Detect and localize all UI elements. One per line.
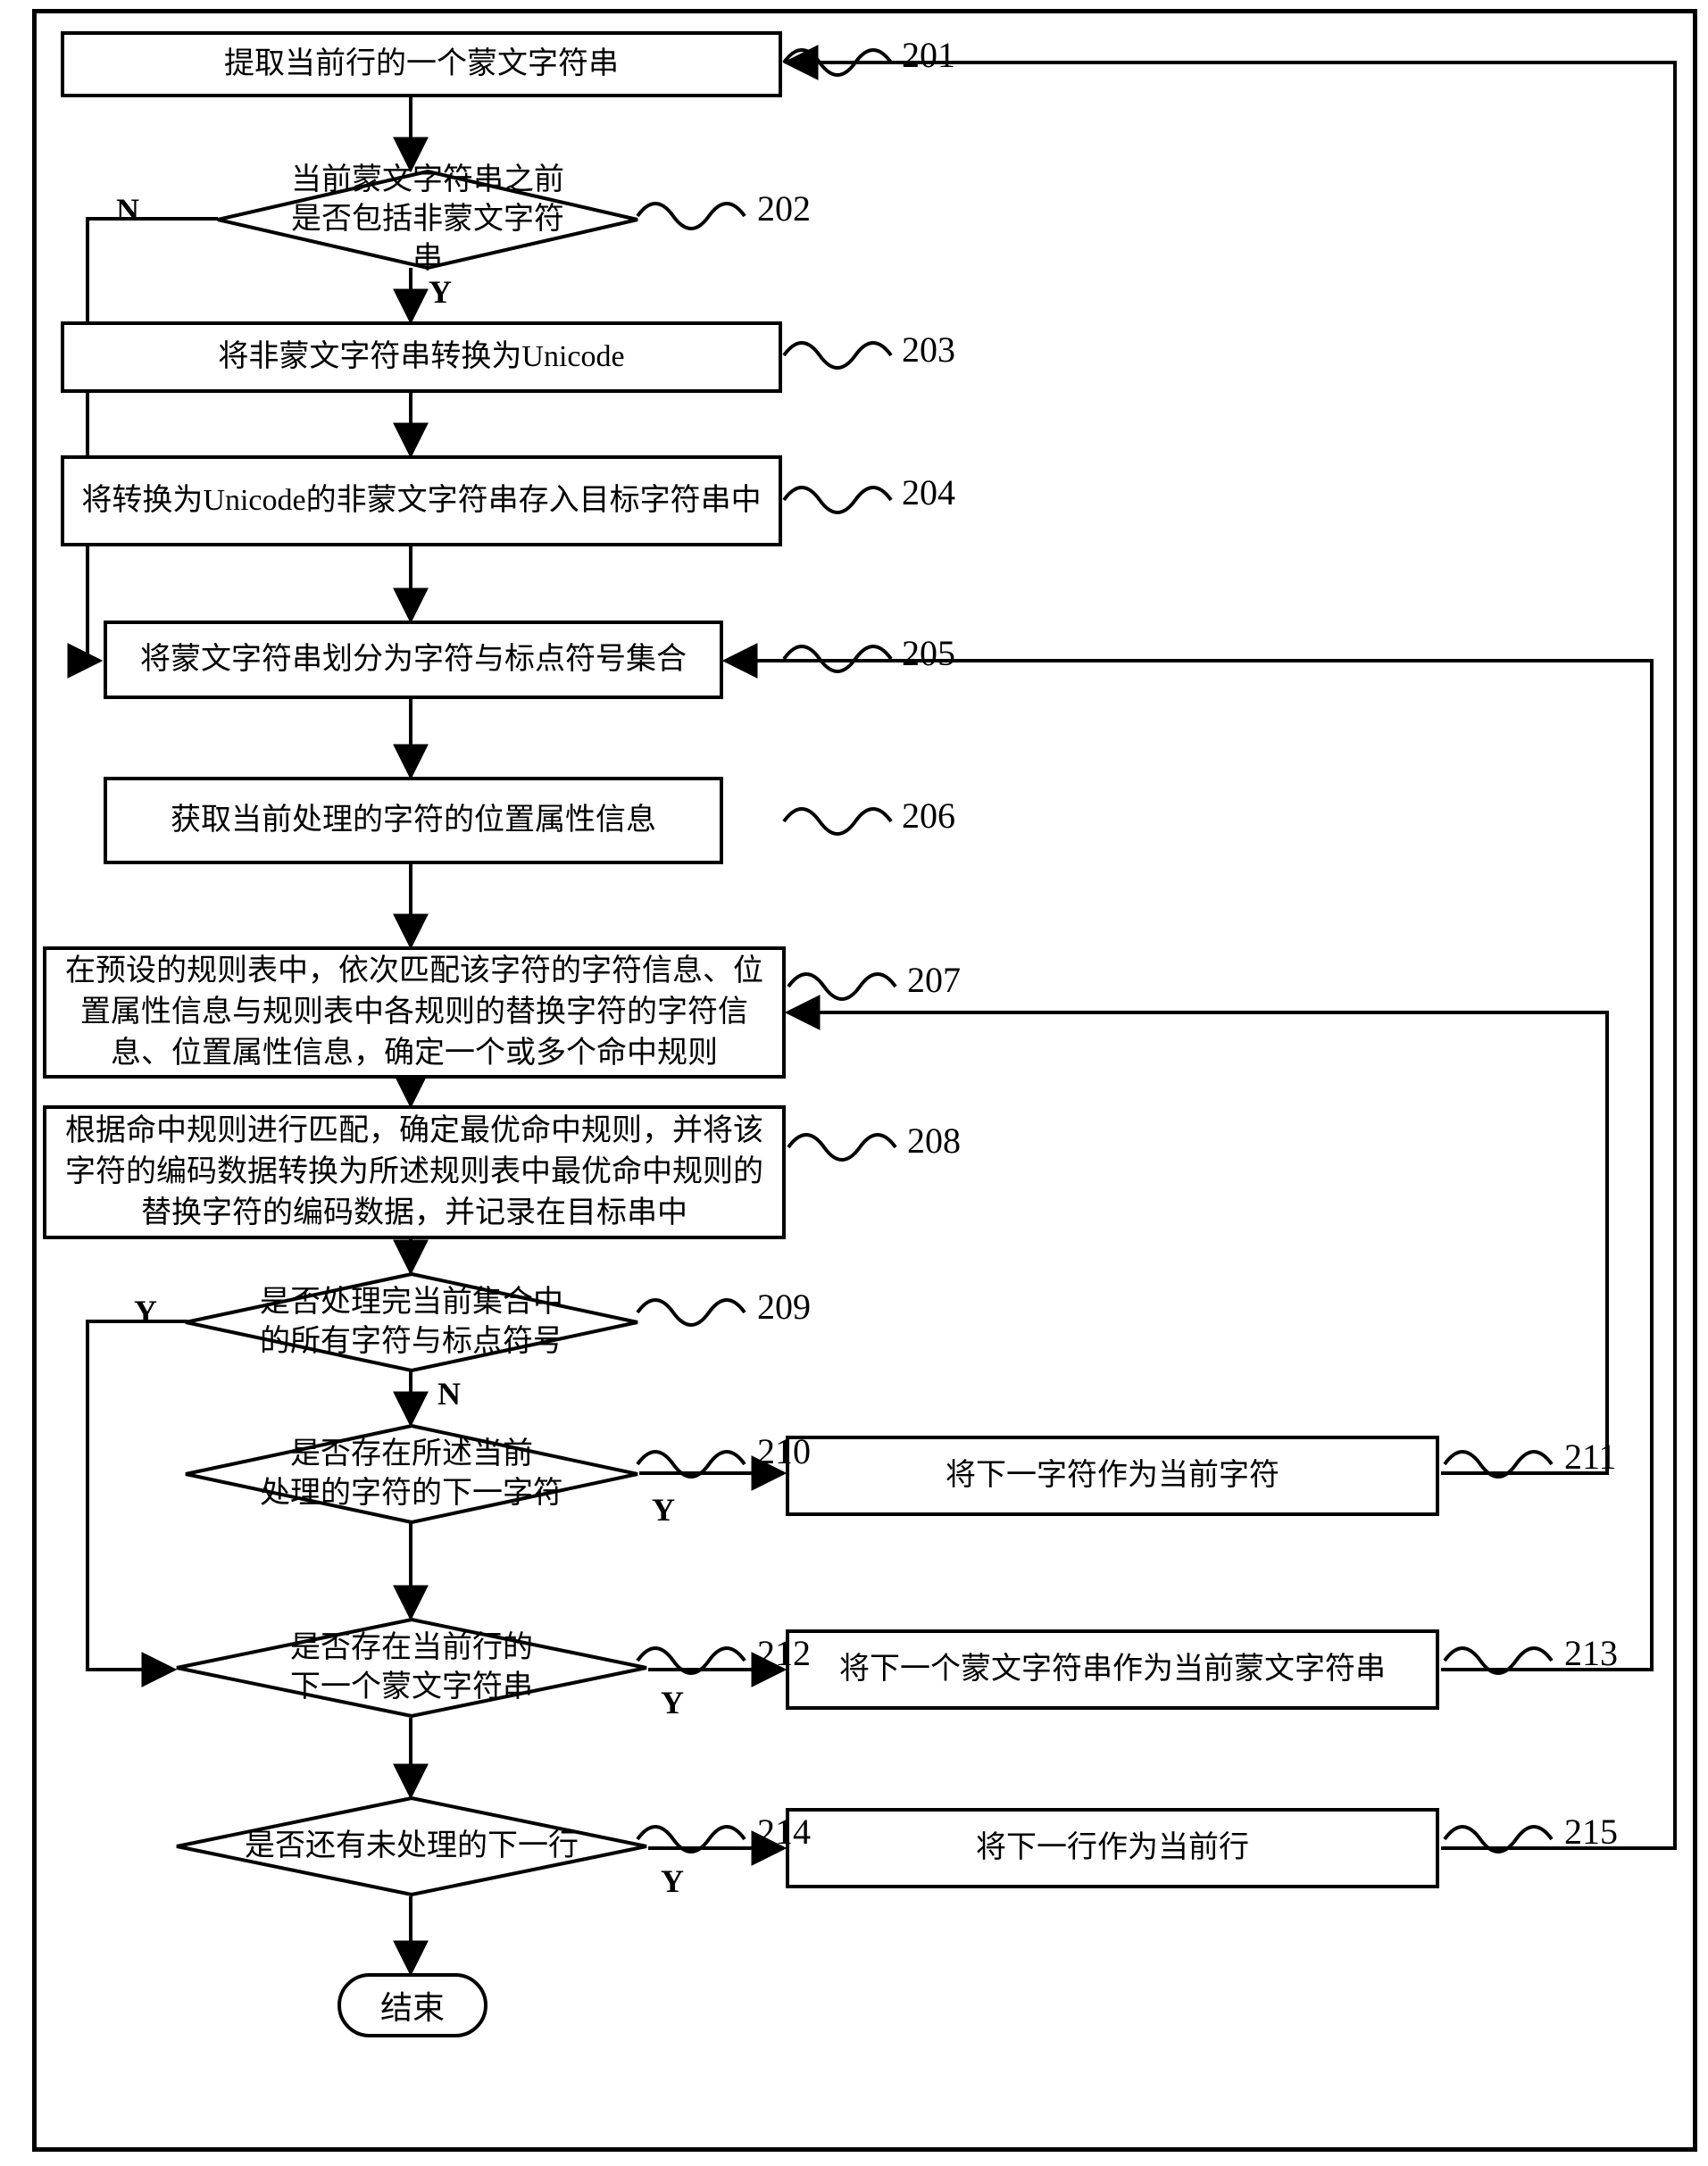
step-201-text: 提取当前行的一个蒙文字符串 <box>224 44 619 85</box>
edge-214-Y: Y <box>661 1862 684 1900</box>
step-206: 获取当前处理的字符的位置属性信息 <box>104 777 723 864</box>
step-207: 在预设的规则表中，依次匹配该字符的字符信息、位置属性信息与规则表中各规则的替换字… <box>43 946 786 1079</box>
step-207-text: 在预设的规则表中，依次匹配该字符的字符信息、位置属性信息与规则表中各规则的替换字… <box>59 951 770 1074</box>
decision-212-text: 是否存在当前行的 下一个蒙文字符串 <box>228 1629 596 1707</box>
label-201: 201 <box>902 34 955 76</box>
step-208-text: 根据命中规则进行匹配，确定最优命中规则，并将该字符的编码数据转换为所述规则表中最… <box>59 1111 770 1234</box>
decision-209: 是否处理完当前集合中 的所有字符与标点符号 <box>184 1272 639 1372</box>
label-205: 205 <box>902 632 955 674</box>
step-215: 将下一行作为当前行 <box>786 1808 1439 1888</box>
step-206-text: 获取当前处理的字符的位置属性信息 <box>171 800 656 841</box>
step-204: 将转换为Unicode的非蒙文字符串存入目标字符串中 <box>61 455 782 546</box>
terminator-end-text: 结束 <box>380 1982 445 2029</box>
edge-202-N: N <box>116 191 139 229</box>
label-203: 203 <box>902 329 955 371</box>
step-204-text: 将转换为Unicode的非蒙文字符串存入目标字符串中 <box>81 480 761 521</box>
label-204: 204 <box>902 471 955 513</box>
decision-214: 是否还有未处理的下一行 <box>175 1796 648 1896</box>
step-208: 根据命中规则进行匹配，确定最优命中规则，并将该字符的编码数据转换为所述规则表中最… <box>43 1105 786 1239</box>
label-202: 202 <box>757 187 811 229</box>
label-213: 213 <box>1564 1632 1618 1674</box>
label-210: 210 <box>757 1430 811 1472</box>
decision-214-text: 是否还有未处理的下一行 <box>182 1827 641 1866</box>
label-206: 206 <box>902 795 955 837</box>
step-213: 将下一个蒙文字符串作为当前蒙文字符串 <box>786 1629 1439 1710</box>
label-215: 215 <box>1564 1811 1618 1853</box>
edge-202-Y: Y <box>429 273 452 311</box>
edge-209-Y: Y <box>134 1293 157 1330</box>
decision-212: 是否存在当前行的 下一个蒙文字符串 <box>175 1618 648 1718</box>
edge-212-Y: Y <box>661 1684 684 1721</box>
edge-210-Y: Y <box>652 1491 675 1529</box>
step-201: 提取当前行的一个蒙文字符串 <box>61 31 782 97</box>
label-209: 209 <box>757 1286 811 1328</box>
edge-209-N: N <box>437 1375 461 1412</box>
label-212: 212 <box>757 1632 811 1674</box>
step-203: 将非蒙文字符串转换为Unicode <box>61 321 782 393</box>
label-214: 214 <box>757 1811 811 1853</box>
terminator-end: 结束 <box>337 1973 487 2037</box>
label-208: 208 <box>907 1120 961 1162</box>
step-213-text: 将下一个蒙文字符串作为当前蒙文字符串 <box>839 1649 1386 1690</box>
decision-202: 当前蒙文字符串之前 是否包括非蒙文字符串 <box>216 170 639 270</box>
decision-202-text: 当前蒙文字符串之前 是否包括非蒙文字符串 <box>216 161 639 279</box>
decision-210: 是否存在所述当前 处理的字符的下一字符 <box>184 1424 639 1524</box>
step-215-text: 将下一行作为当前行 <box>976 1828 1249 1869</box>
label-207: 207 <box>907 959 961 1001</box>
step-205-text: 将蒙文字符串划分为字符与标点符号集合 <box>140 639 687 680</box>
label-211: 211 <box>1564 1436 1617 1478</box>
decision-210-text: 是否存在所述当前 处理的字符的下一字符 <box>197 1435 626 1513</box>
step-205: 将蒙文字符串划分为字符与标点符号集合 <box>104 621 723 699</box>
decision-209-text: 是否处理完当前集合中 的所有字符与标点符号 <box>197 1283 626 1362</box>
step-211: 将下一字符作为当前字符 <box>786 1436 1439 1516</box>
step-203-text: 将非蒙文字符串转换为Unicode <box>218 337 624 378</box>
step-211-text: 将下一字符作为当前字符 <box>946 1455 1279 1496</box>
